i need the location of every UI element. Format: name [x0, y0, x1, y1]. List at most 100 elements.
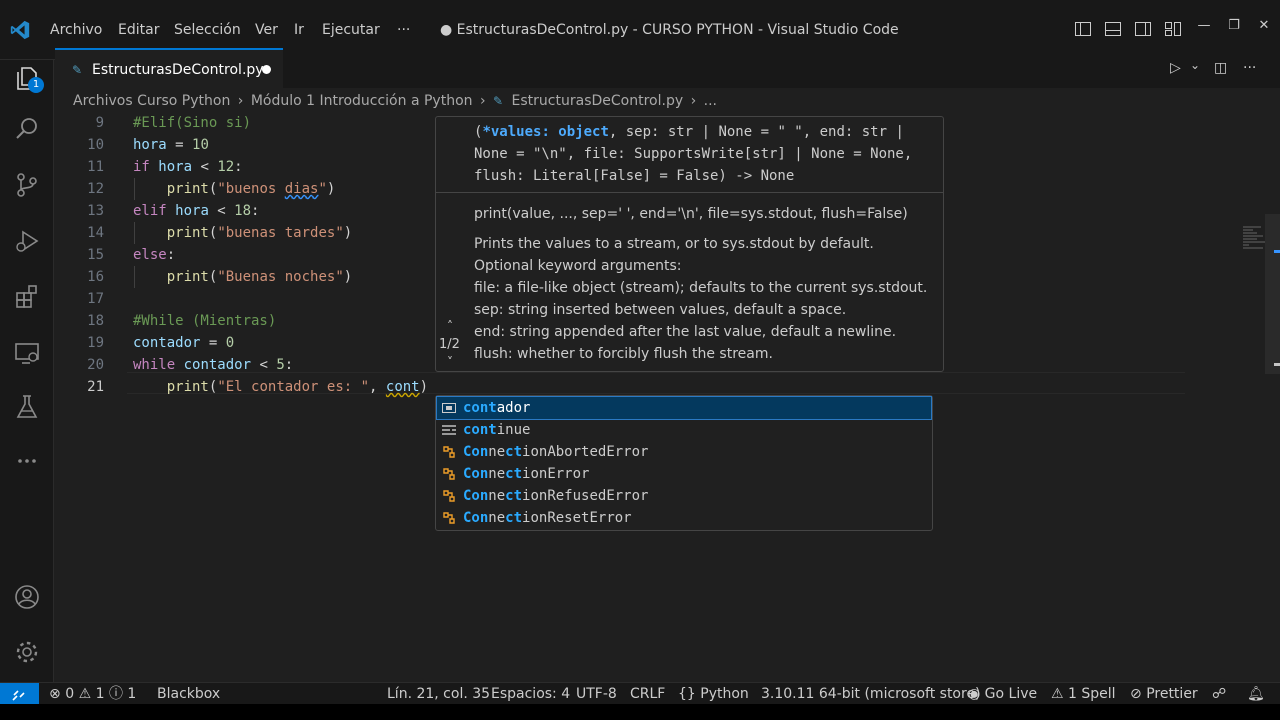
code-token: ) — [343, 225, 353, 241]
line-number: 17 — [87, 291, 104, 307]
remote-indicator-button[interactable] — [0, 683, 39, 705]
prettier-item[interactable]: ⊘ Prettier — [1130, 684, 1198, 705]
extensions-icon[interactable] — [13, 283, 41, 311]
suggestion-item[interactable]: ConnectionError — [437, 463, 931, 485]
doc-line: Optional keyword arguments: — [474, 258, 682, 274]
accounts-icon[interactable] — [13, 583, 41, 611]
suggestion-label: ConnectionAbortedError — [463, 441, 648, 463]
breadcrumb-symbols[interactable]: ... — [704, 90, 717, 112]
menu-seleccion[interactable]: Selección — [174, 19, 241, 41]
suggestion-text: ne — [488, 466, 506, 482]
customize-layout-icon[interactable] — [1164, 20, 1182, 38]
breadcrumb: Archivos Curso Python › Módulo 1 Introdu… — [73, 90, 717, 112]
minimize-button[interactable]: — — [1194, 18, 1214, 33]
suggestion-item[interactable]: ConnectionResetError — [437, 507, 931, 529]
suggestion-text: ne — [488, 510, 506, 526]
warning-icon: ⚠ — [1051, 686, 1064, 702]
previous-signature-chevron-up-icon[interactable]: ˄ — [447, 319, 453, 333]
warning-icon: ⚠ — [78, 686, 92, 702]
code-token: hora — [175, 203, 209, 219]
menu-ver[interactable]: Ver — [255, 19, 278, 41]
remote-icon — [12, 690, 25, 701]
toggle-panel-icon[interactable] — [1104, 20, 1122, 38]
code-text: #Elif(Sino si) — [133, 112, 251, 134]
next-signature-chevron-down-icon[interactable]: ˅ — [447, 355, 453, 369]
variable-icon — [442, 403, 456, 413]
bottom-strip — [0, 704, 1280, 720]
search-icon[interactable] — [13, 115, 41, 143]
toggle-primary-sidebar-icon[interactable] — [1074, 20, 1092, 38]
suggestion-item[interactable]: contador — [436, 396, 932, 420]
more-views-icon[interactable] — [13, 447, 41, 475]
menu-archivo[interactable]: Archivo — [50, 19, 102, 41]
suggestion-item[interactable]: ConnectionAbortedError — [437, 441, 931, 463]
spell-checker-item[interactable]: ⚠ 1 Spell — [1051, 684, 1116, 705]
menu-ejecutar[interactable]: Ejecutar — [322, 19, 380, 41]
python-interpreter[interactable]: 3.10.11 64-bit (microsoft store) — [761, 684, 981, 705]
code-text: contador = 0 — [133, 332, 234, 354]
class-icon — [443, 468, 455, 480]
suggestion-match: Con — [463, 466, 489, 482]
keyword-icon — [442, 425, 456, 435]
testing-icon[interactable] — [13, 393, 41, 421]
cursor-position[interactable]: Lín. 21, col. 35 — [387, 684, 490, 705]
encoding-setting[interactable]: UTF-8 — [576, 684, 617, 705]
blackbox-item[interactable]: Blackbox — [157, 684, 220, 705]
run-menu-chevron-icon[interactable]: ⌄ — [1190, 58, 1200, 72]
code-token: = — [200, 335, 226, 351]
code-token: ) — [419, 379, 429, 395]
source-control-icon[interactable] — [13, 171, 41, 199]
restore-button[interactable]: ❐ — [1224, 18, 1244, 33]
suggestion-item[interactable]: continue — [437, 419, 931, 441]
line-number: 14 — [87, 225, 104, 241]
menu-editar[interactable]: Editar — [118, 19, 159, 41]
suggestion-item[interactable]: ConnectionRefusedError — [437, 485, 931, 507]
line-number: 20 — [87, 357, 104, 373]
breadcrumb-folder-modulo[interactable]: Módulo 1 Introducción a Python — [251, 90, 473, 112]
suggestion-label: ConnectionRefusedError — [463, 485, 648, 507]
run-python-file-icon[interactable]: ▷ — [1170, 60, 1181, 76]
code-token: 12 — [217, 159, 235, 175]
remote-explorer-icon[interactable] — [13, 339, 41, 367]
toggle-secondary-sidebar-icon[interactable] — [1134, 20, 1152, 38]
suggest-widget: contador continue ConnectionAbortedError Co… — [435, 395, 933, 531]
notifications-bell-icon[interactable]: 🔔︎ — [1247, 684, 1265, 705]
problems-indicator[interactable]: ⊗ 0 ⚠ 1 ⓘ 1 — [49, 684, 136, 705]
suggestion-match: c — [505, 466, 514, 482]
class-icon — [443, 446, 455, 458]
breadcrumb-file[interactable]: EstructurasDeControl.py — [512, 90, 684, 112]
breadcrumb-folder-root[interactable]: Archivos Curso Python — [73, 90, 230, 112]
code-token: "buenas tardes" — [217, 225, 344, 241]
code-token: cont — [385, 379, 420, 395]
signature-counter: 1/2 — [439, 337, 460, 352]
python-file-icon: ✎ — [493, 94, 504, 108]
accounts-status-icon[interactable]: ☍ — [1212, 684, 1226, 705]
suggestion-label: continue — [463, 419, 530, 441]
eol-setting[interactable]: CRLF — [630, 684, 665, 705]
vertical-scrollbar[interactable] — [1265, 214, 1280, 374]
run-and-debug-icon[interactable] — [13, 227, 41, 255]
code-token: : — [234, 159, 243, 175]
more-actions-icon[interactable]: ··· — [1243, 60, 1256, 76]
class-icon — [443, 512, 455, 524]
menu-ir[interactable]: Ir — [294, 19, 304, 41]
code-token: < — [208, 203, 235, 219]
parameter-hints-widget: (*values: object, sep: str | None = " ",… — [435, 116, 944, 372]
language-mode[interactable]: {} Python — [678, 684, 749, 705]
menu-more-button[interactable]: ··· — [397, 19, 410, 41]
split-editor-icon[interactable]: ◫ — [1214, 60, 1227, 76]
suggestion-match: c — [505, 488, 514, 504]
code-text: hora = 10 — [133, 134, 209, 156]
code-token: hora — [133, 137, 167, 153]
unsaved-dot-icon[interactable] — [262, 65, 271, 74]
suggestion-text: ador — [496, 400, 531, 416]
tab-estructuras-de-control[interactable]: ✎ EstructurasDeControl.py — [55, 48, 283, 88]
prettier-check-icon: ⊘ — [1130, 686, 1142, 702]
go-live-button[interactable]: ◉ Go Live — [968, 684, 1037, 705]
close-button[interactable]: ✕ — [1254, 18, 1274, 33]
indentation-setting[interactable]: Espacios: 4 — [491, 684, 570, 705]
code-token: ) — [343, 269, 353, 285]
manage-gear-icon[interactable] — [13, 638, 41, 666]
